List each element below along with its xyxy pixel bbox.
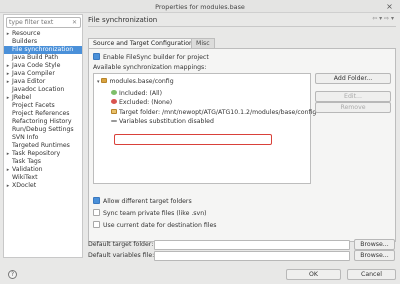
sidebar-item-targeted-runtimes[interactable]: Targeted Runtimes <box>4 142 82 150</box>
sidebar-item-java-build-path[interactable]: Java Build Path <box>4 54 82 62</box>
dialog-footer: ? OK Cancel <box>0 264 400 284</box>
expand-arrow-icon[interactable]: ▸ <box>4 182 12 190</box>
title-bar: Properties for modules.base × <box>0 0 400 13</box>
expand-arrow-icon[interactable]: ▸ <box>4 94 12 102</box>
tab-source-target[interactable]: Source and Target Configuration <box>88 38 198 48</box>
sidebar: ✕ ▸Resource Builders File synchronizatio… <box>3 14 83 258</box>
sidebar-item-project-references[interactable]: Project References <box>4 110 82 118</box>
default-target-field[interactable] <box>154 240 350 250</box>
header-divider <box>88 26 396 27</box>
help-icon[interactable]: ? <box>8 270 17 279</box>
sidebar-item-svn-info[interactable]: SVN Info <box>4 134 82 142</box>
checkbox-checked[interactable] <box>93 197 100 204</box>
remove-button[interactable]: Remove <box>315 102 391 113</box>
folder-icon <box>101 78 108 83</box>
expand-arrow-icon[interactable]: ▸ <box>4 30 12 38</box>
sync-team-private-checkbox[interactable]: Sync team private files (like .svn) <box>93 209 207 218</box>
mapping-root[interactable]: ▾ modules.base/config <box>97 78 174 86</box>
expand-arrow-icon[interactable]: ▸ <box>4 70 12 78</box>
close-icon[interactable]: × <box>385 2 394 11</box>
sidebar-item-java-compiler[interactable]: ▸ Java Compiler <box>4 70 82 78</box>
checkbox-unchecked[interactable] <box>93 209 100 216</box>
sidebar-item-task-tags[interactable]: Task Tags <box>4 158 82 166</box>
sidebar-item-refactoring-history[interactable]: Refactoring History <box>4 118 82 126</box>
tab-panel: Enable FileSync builder for project Avai… <box>88 48 396 242</box>
checkbox-checked[interactable] <box>93 53 100 60</box>
ok-button[interactable]: OK <box>286 269 341 280</box>
navigation-arrows-icon[interactable]: ⇦ ▾ ⇨ ▾ <box>372 15 394 22</box>
target-folder-icon <box>111 109 117 114</box>
sidebar-item-wikitext[interactable]: WikiText <box>4 174 82 182</box>
sidebar-item-project-facets[interactable]: Project Facets <box>4 102 82 110</box>
sidebar-item-validation[interactable]: ▸ Validation <box>4 166 82 174</box>
expand-arrow-icon[interactable]: ▸ <box>4 166 12 174</box>
browse-target-button[interactable]: Browse... <box>354 239 395 250</box>
sidebar-item-java-code-style[interactable]: ▸ Java Code Style <box>4 62 82 70</box>
page-title: File synchronization <box>88 16 158 24</box>
mappings-label: Available synchronization mappings: <box>93 64 207 71</box>
sidebar-item-java-editor[interactable]: ▸ Java Editor <box>4 78 82 86</box>
mappings-tree[interactable]: ▾ modules.base/config Included: (All) Ex… <box>93 73 316 184</box>
sidebar-item-javadoc-location[interactable]: Javadoc Location <box>4 86 82 94</box>
allow-different-targets-checkbox[interactable]: Allow different target folders <box>93 197 192 206</box>
mapping-target-folder[interactable]: Target folder: /mnt/newopt/ATG/ATG10.1.2… <box>111 109 316 117</box>
filter-box[interactable]: ✕ <box>6 17 81 28</box>
sidebar-item-run-debug-settings[interactable]: Run/Debug Settings <box>4 126 82 134</box>
included-icon <box>111 90 117 95</box>
use-current-date-checkbox[interactable]: Use current date for destination files <box>93 221 217 230</box>
default-target-label: Default target folder: <box>88 241 154 248</box>
window-title: Properties for modules.base <box>155 3 245 11</box>
expand-arrow-icon[interactable]: ▸ <box>4 150 12 158</box>
cancel-button[interactable]: Cancel <box>347 269 396 280</box>
sidebar-item-resource[interactable]: ▸ Resource <box>4 30 82 38</box>
preference-tree: ▸ Resource Builders File synchronization … <box>4 30 82 190</box>
sidebar-item-file-synchronization[interactable]: File synchronization <box>4 46 82 54</box>
tab-misc[interactable]: Misc <box>191 38 215 48</box>
enable-filesync-checkbox[interactable]: Enable FileSync builder for project <box>93 53 209 62</box>
expand-arrow-icon[interactable]: ▸ <box>4 62 12 70</box>
excluded-icon <box>111 99 117 104</box>
browse-vars-button[interactable]: Browse... <box>354 250 395 261</box>
mapping-included[interactable]: Included: (All) <box>111 90 162 98</box>
annotation-highlight <box>114 134 272 145</box>
add-folder-button[interactable]: Add Folder... <box>315 73 391 84</box>
sidebar-item-task-repository[interactable]: ▸ Task Repository <box>4 150 82 158</box>
sidebar-item-builders[interactable]: Builders <box>4 38 82 46</box>
variables-icon <box>111 120 117 122</box>
expand-arrow-icon[interactable]: ▸ <box>4 78 12 86</box>
sidebar-item-jrebel[interactable]: ▸ JRebel <box>4 94 82 102</box>
filter-input[interactable] <box>9 18 69 27</box>
collapse-arrow-icon[interactable]: ▾ <box>97 79 100 85</box>
mapping-excluded[interactable]: Excluded: (None) <box>111 99 172 107</box>
edit-button[interactable]: Edit... <box>315 91 391 102</box>
default-vars-label: Default variables file: <box>88 252 155 259</box>
checkbox-unchecked[interactable] <box>93 221 100 228</box>
clear-filter-icon[interactable]: ✕ <box>71 19 78 26</box>
sidebar-item-xdoclet[interactable]: ▸ XDoclet <box>4 182 82 190</box>
mapping-variables[interactable]: Variables substitution disabled <box>111 118 214 126</box>
default-vars-field[interactable] <box>154 251 350 261</box>
